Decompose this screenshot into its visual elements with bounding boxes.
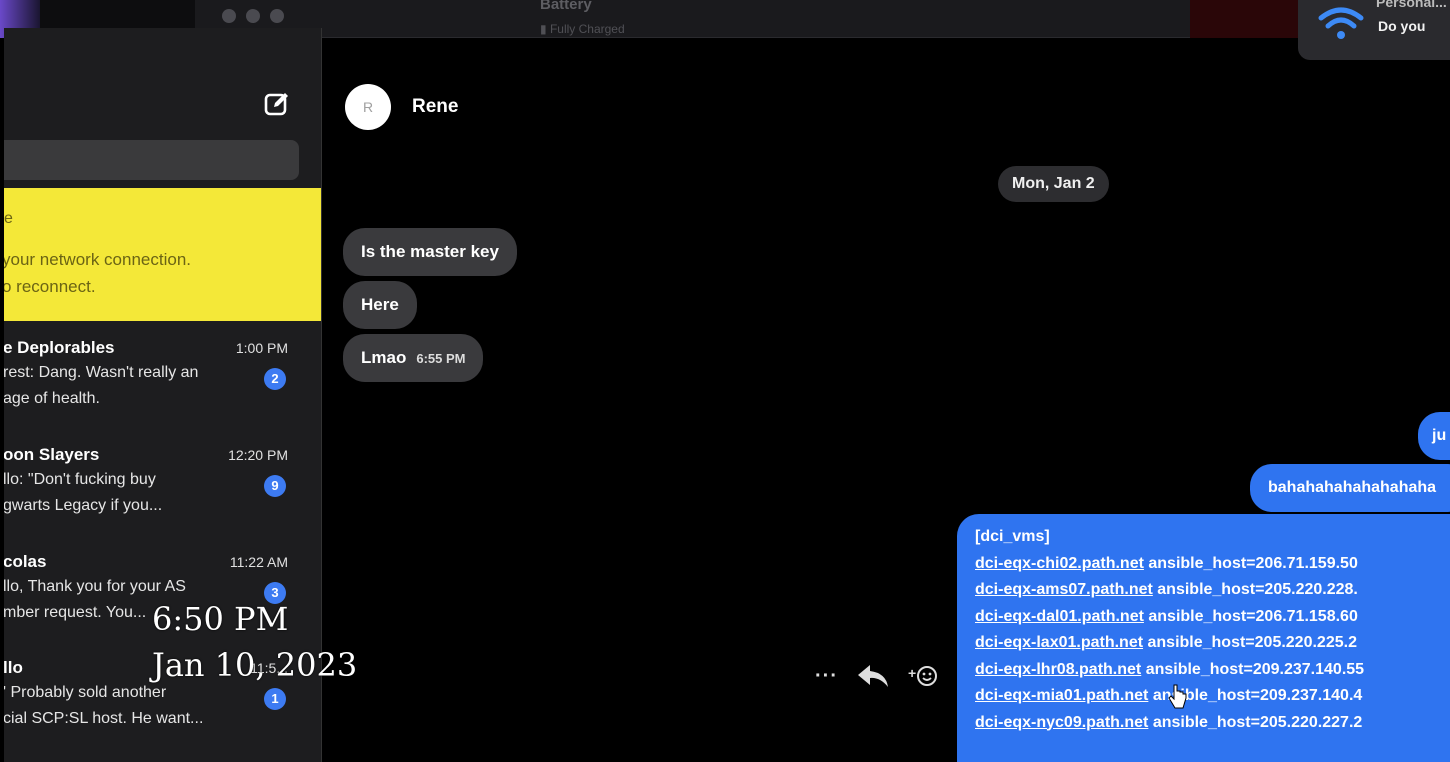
window-controls[interactable] (222, 9, 284, 23)
conversation-preview-line2: cial SCP:SL host. He want... (4, 710, 204, 727)
conversation-name: colas (4, 552, 47, 571)
host-address: ansible_host=205.220.225.2 (1143, 634, 1357, 651)
battery-status: ▮ Fully Charged (540, 22, 625, 36)
minimize-window-button[interactable] (246, 9, 260, 23)
wifi-notification[interactable]: Personal... Do you (1298, 0, 1450, 60)
message-actions: ··· + (815, 662, 938, 690)
incoming-message[interactable]: Is the master key (343, 228, 517, 276)
message-text: bahahahahahahahaha (1268, 479, 1437, 496)
banner-line-1: e (4, 210, 13, 227)
conversation-preview-line1: llo, Thank you for your AS (4, 578, 186, 595)
host-link[interactable]: dci-eqx-chi02.path.net (975, 555, 1144, 572)
code-header: [dci_vms] (975, 528, 1050, 545)
conversation-name: e Deplorables (4, 338, 115, 357)
host-link[interactable]: dci-eqx-nyc09.path.net (975, 714, 1148, 731)
notification-body: Do you (1378, 18, 1426, 34)
outgoing-message[interactable]: ju (1418, 412, 1450, 460)
reply-icon[interactable] (856, 663, 890, 689)
add-reaction-icon[interactable]: + (908, 662, 938, 690)
notification-title: Personal... (1376, 0, 1447, 10)
host-link[interactable]: dci-eqx-ams07.path.net (975, 581, 1153, 598)
date-separator: Mon, Jan 2 (998, 166, 1109, 202)
conversation-preview-line2: gwarts Legacy if you... (4, 497, 163, 514)
code-line: dci-eqx-lhr08.path.net ansible_host=209.… (975, 661, 1450, 688)
conversation-preview-line1: ' Probably sold another (4, 684, 167, 701)
host-link[interactable]: dci-eqx-dal01.path.net (975, 608, 1144, 625)
close-window-button[interactable] (222, 9, 236, 23)
incoming-message[interactable]: Lmao 6:55 PM (343, 334, 484, 382)
window-titlebar (195, 0, 1190, 38)
conversation-time: 12:20 PM (228, 447, 288, 463)
host-address: ansible_host=206.71.159.50 (1143, 554, 1358, 572)
unread-badge: 2 (264, 368, 286, 390)
network-warning-banner: e your network connection. o reconnect. (4, 188, 321, 321)
search-input[interactable] (4, 140, 299, 180)
conversation-time: 1:00 PM (235, 340, 288, 356)
host-address: ansible_host=209.237.140.55 (1141, 660, 1365, 678)
conversation-name: oon Slayers (4, 445, 100, 464)
code-line: dci-eqx-lax01.path.net ansible_host=205.… (975, 634, 1450, 661)
conversation-name: llo (4, 658, 23, 677)
battery-title: Battery (540, 0, 592, 13)
overlay-time: 6:50 PM (152, 600, 289, 638)
host-link[interactable]: dci-eqx-lax01.path.net (975, 634, 1143, 651)
banner-line-2: your network connection. (4, 250, 191, 269)
host-link[interactable]: dci-eqx-lhr08.path.net (975, 661, 1141, 678)
host-address: ansible_host=205.220.227.2 (1148, 713, 1363, 731)
avatar[interactable]: R (345, 84, 391, 130)
conversation-preview-line1: rest: Dang. Wasn't really an (4, 364, 199, 381)
svg-text:+: + (908, 665, 916, 681)
conversation-preview-line2: mber request. You... (4, 604, 147, 621)
conversation-item[interactable]: e Deplorables 1:00 PM rest: Dang. Wasn't… (4, 338, 321, 448)
unread-badge: 1 (264, 688, 286, 710)
conversation-item[interactable]: oon Slayers 12:20 PM llo: "Don't fucking… (4, 445, 321, 555)
unread-badge: 9 (264, 475, 286, 497)
more-options-icon[interactable]: ··· (815, 665, 838, 688)
outgoing-message[interactable]: bahahahahahahahaha (1250, 464, 1450, 512)
outgoing-message-inventory[interactable]: [dci_vms] dci-eqx-chi02.path.net ansible… (957, 514, 1450, 762)
conversation-preview-line2: age of health. (4, 390, 100, 407)
host-link[interactable]: dci-eqx-mia01.path.net (975, 687, 1148, 704)
code-line: dci-eqx-nyc09.path.net ansible_host=205.… (975, 714, 1450, 741)
overlay-date: Jan 10, 2023 (152, 646, 358, 684)
background-window-edge (1190, 0, 1300, 38)
incoming-message[interactable]: Here (343, 281, 417, 329)
battery-status-text: Fully Charged (549, 22, 625, 36)
compose-icon[interactable] (263, 90, 291, 118)
code-line: dci-eqx-mia01.path.net ansible_host=209.… (975, 687, 1450, 714)
contact-name[interactable]: Rene (412, 96, 458, 118)
banner-line-3: o reconnect. (4, 277, 96, 296)
code-line: dci-eqx-dal01.path.net ansible_host=206.… (975, 608, 1450, 635)
conversation-preview-line1: llo: "Don't fucking buy (4, 471, 156, 488)
message-text: Is the master key (361, 242, 499, 261)
mouse-cursor-icon (1168, 684, 1187, 709)
wifi-icon (1318, 7, 1364, 39)
message-text: Here (361, 295, 399, 314)
conversation-time: 11:22 AM (229, 554, 288, 570)
message-timestamp: 6:55 PM (416, 351, 466, 366)
message-text: ju (1432, 427, 1447, 444)
host-address: ansible_host=205.220.228. (1152, 581, 1358, 598)
code-line: dci-eqx-chi02.path.net ansible_host=206.… (975, 555, 1450, 582)
message-text: Lmao (361, 348, 407, 367)
host-address: ansible_host=206.71.158.60 (1143, 607, 1358, 625)
zoom-window-button[interactable] (270, 9, 284, 23)
code-line: dci-eqx-ams07.path.net ansible_host=205.… (975, 581, 1450, 608)
